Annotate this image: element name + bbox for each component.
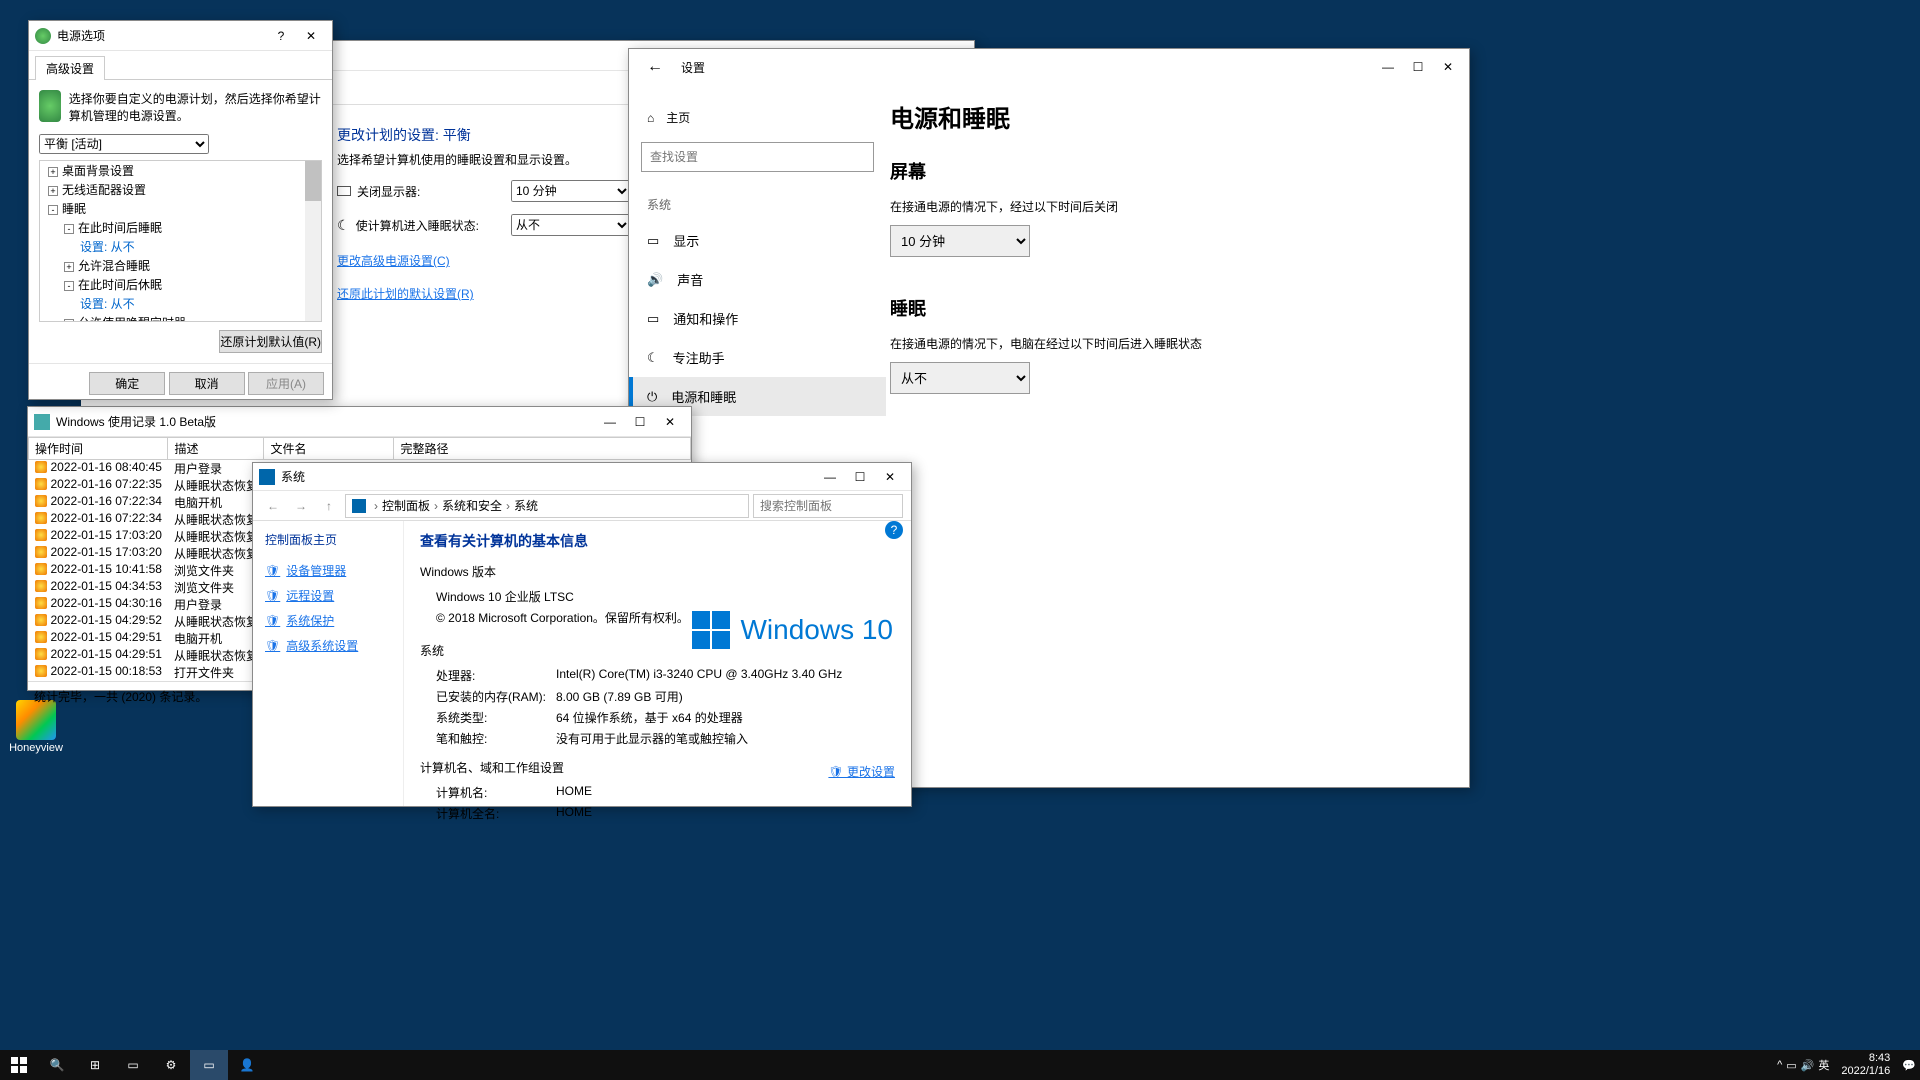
col-path[interactable]: 完整路径	[394, 438, 691, 460]
col-time[interactable]: 操作时间	[29, 438, 168, 460]
system-icon	[259, 469, 275, 485]
search-input[interactable]	[753, 494, 903, 518]
side-remote[interactable]: 🛡 远程设置	[265, 583, 391, 608]
up-button[interactable]: ↑	[317, 494, 341, 518]
nav-sound[interactable]: 🔊声音	[629, 260, 886, 299]
nav-focus-assist[interactable]: ☾专注助手	[629, 338, 886, 377]
change-settings-link[interactable]: 🛡 更改设置	[828, 763, 895, 780]
settings-search-input[interactable]	[641, 142, 874, 172]
taskbar-app-4[interactable]: 👤	[228, 1050, 266, 1080]
screen-timeout-select[interactable]: 10 分钟	[890, 225, 1030, 257]
display-icon: ▭	[647, 233, 659, 249]
search-button[interactable]: 🔍	[38, 1050, 76, 1080]
titlebar[interactable]: Windows 使用记录 1.0 Beta版 — ☐ ✕	[28, 407, 691, 437]
tree-item[interactable]: 设置: 从不	[40, 237, 321, 256]
titlebar[interactable]: ← 设置 — ☐ ✕	[629, 49, 1469, 85]
plan-select[interactable]: 平衡 [活动]	[39, 134, 209, 154]
focus-icon: ☾	[647, 350, 659, 366]
taskbar: 🔍 ⊞ ▭ ⚙ ▭ 👤 ^ ▭ 🔊 英 8:43 2022/1/16 💬	[0, 1050, 1920, 1080]
close-button[interactable]: ✕	[1433, 53, 1463, 81]
maximize-button[interactable]: ☐	[1403, 53, 1433, 81]
close-button[interactable]: ✕	[875, 463, 905, 491]
cancel-button[interactable]: 取消	[169, 372, 245, 395]
minimize-button[interactable]: —	[815, 463, 845, 491]
ok-button[interactable]: 确定	[89, 372, 165, 395]
restore-defaults-button[interactable]: 还原计划默认值(R)	[219, 330, 322, 353]
tree-item[interactable]: -在此时间后睡眠	[40, 218, 321, 237]
maximize-button[interactable]: ☐	[845, 463, 875, 491]
taskbar-app-settings[interactable]: ⚙	[152, 1050, 190, 1080]
tree-item[interactable]: -在此时间后休眠	[40, 275, 321, 294]
col-desc[interactable]: 描述	[168, 438, 264, 460]
start-button[interactable]	[0, 1050, 38, 1080]
tree-item[interactable]: +允许使用唤醒定时器	[40, 313, 321, 322]
apply-button[interactable]: 应用(A)	[248, 372, 324, 395]
minimize-button[interactable]: —	[595, 408, 625, 436]
side-device-manager[interactable]: 🛡 设备管理器	[265, 558, 391, 583]
tray-network-icon[interactable]: ▭	[1786, 1059, 1796, 1072]
maximize-button[interactable]: ☐	[625, 408, 655, 436]
tree-item[interactable]: +允许混合睡眠	[40, 256, 321, 275]
home-icon: ⌂	[647, 111, 654, 125]
windows-logo: Windows 10	[692, 611, 893, 649]
back-button[interactable]: ←	[647, 58, 667, 76]
app-icon	[34, 414, 50, 430]
breadcrumb[interactable]: › 控制面板› 系统和安全› 系统	[345, 494, 749, 518]
tray-volume-icon[interactable]: 🔊	[1801, 1059, 1815, 1072]
battery-icon	[39, 90, 61, 122]
tree-item[interactable]: +无线适配器设置	[40, 180, 321, 199]
battery-icon	[35, 28, 51, 44]
tray-ime[interactable]: 英	[1818, 1057, 1829, 1073]
turn-off-display-select[interactable]: 10 分钟	[511, 180, 631, 202]
titlebar[interactable]: 系统 — ☐ ✕	[253, 463, 911, 491]
tray-chevron-icon[interactable]: ^	[1777, 1059, 1782, 1071]
col-file[interactable]: 文件名	[264, 438, 394, 460]
side-nav: 控制面板主页 🛡 设备管理器 🛡 远程设置 🛡 系统保护 🛡 高级系统设置	[253, 521, 403, 806]
task-view-button[interactable]: ⊞	[76, 1050, 114, 1080]
tree-item[interactable]: +桌面背景设置	[40, 161, 321, 180]
settings-tree[interactable]: +桌面背景设置+无线适配器设置-睡眠-在此时间后睡眠设置: 从不+允许混合睡眠-…	[39, 160, 322, 322]
tray-notifications-icon[interactable]: 💬	[1902, 1059, 1916, 1072]
taskbar-app-1[interactable]: ▭	[114, 1050, 152, 1080]
tree-item[interactable]: 设置: 从不	[40, 294, 321, 313]
page-title: 电源和睡眠	[890, 99, 1469, 134]
monitor-icon	[337, 186, 351, 196]
forward-button[interactable]: →	[289, 494, 313, 518]
window-power-options: 电源选项 ? ✕ 高级设置 选择你要自定义的电源计划，然后选择你希望计算机管理的…	[28, 20, 333, 400]
tree-item[interactable]: -睡眠	[40, 199, 321, 218]
notifications-icon: ▭	[647, 311, 659, 327]
help-icon[interactable]: ?	[885, 521, 903, 539]
help-button[interactable]: ?	[266, 22, 296, 50]
power-icon: ⏻	[647, 389, 657, 405]
scrollbar[interactable]	[305, 161, 321, 321]
nav-display[interactable]: ▭显示	[629, 221, 886, 260]
back-button[interactable]: ←	[261, 494, 285, 518]
side-protection[interactable]: 🛡 系统保护	[265, 608, 391, 633]
side-advanced[interactable]: 🛡 高级系统设置	[265, 633, 391, 658]
sound-icon: 🔊	[647, 272, 663, 288]
nav-home[interactable]: ⌂主页	[629, 101, 886, 134]
titlebar[interactable]: 电源选项 ? ✕	[29, 21, 332, 51]
close-button[interactable]: ✕	[296, 22, 326, 50]
close-button[interactable]: ✕	[655, 408, 685, 436]
window-system: 系统 — ☐ ✕ ← → ↑ › 控制面板› 系统和安全› 系统 控制面板主页 …	[252, 462, 912, 807]
minimize-button[interactable]: —	[1373, 53, 1403, 81]
taskbar-app-3[interactable]: ▭	[190, 1050, 228, 1080]
sleep-after-select[interactable]: 从不	[511, 214, 631, 236]
sleep-timeout-select[interactable]: 从不	[890, 362, 1030, 394]
tab-advanced[interactable]: 高级设置	[35, 56, 105, 80]
tray-clock[interactable]: 8:43 2022/1/16	[1833, 1052, 1898, 1078]
page-title: 查看有关计算机的基本信息	[420, 531, 895, 551]
nav-notifications[interactable]: ▭通知和操作	[629, 299, 886, 338]
